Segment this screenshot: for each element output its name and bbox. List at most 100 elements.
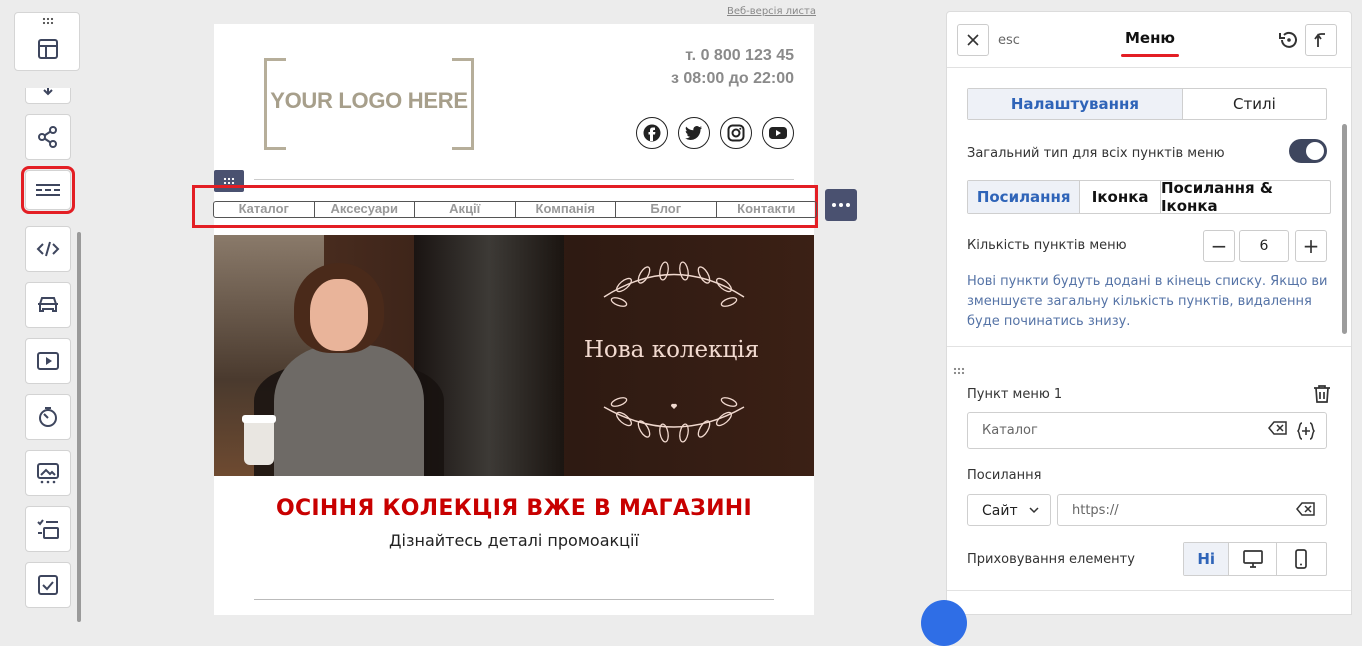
share-icon (38, 126, 57, 148)
social-icons (636, 117, 794, 149)
section-divider-bottom (947, 590, 1351, 591)
menu-item-promotions[interactable]: Акції (415, 202, 516, 217)
tab-settings[interactable]: Налаштування (968, 89, 1183, 119)
arrow-up-icon (1314, 33, 1325, 47)
drag-grip-icon[interactable] (42, 17, 54, 25)
wreath-bottom-icon (603, 397, 745, 443)
hide-option-none[interactable]: Ні (1184, 543, 1230, 575)
link-url-placeholder: https:// (1072, 503, 1119, 518)
instagram-icon[interactable] (720, 117, 752, 149)
panel-title-underline (1121, 54, 1179, 57)
email-canvas: YOUR LOGO HERE т. 0 800 123 45 з 08:00 д… (192, 24, 818, 615)
type-option-link-icon[interactable]: Посилання & Іконка (1161, 179, 1330, 215)
type-option-link[interactable]: Посилання (968, 181, 1081, 213)
count-input[interactable]: 6 (1239, 230, 1289, 262)
menu-block-selection[interactable]: Каталог Аксесуари Акції Компанія Блог Ко… (192, 185, 818, 228)
header-divider (254, 179, 794, 180)
tool-menu[interactable] (21, 166, 75, 214)
desktop-icon (1242, 550, 1263, 568)
settings-panel: esc Меню Налаштування Стилі Загальний ти… (946, 11, 1352, 615)
panel-title: Меню (1124, 29, 1176, 47)
common-type-label: Загальний тип для всіх пунктів меню (967, 146, 1225, 161)
code-icon (36, 241, 60, 257)
menu-item-company[interactable]: Компанія (516, 202, 616, 217)
web-version-link[interactable]: Веб-версія листа (727, 6, 816, 17)
item1-text-input[interactable]: Каталог (967, 412, 1327, 449)
more-dot-icon (832, 203, 836, 207)
left-toolbar (14, 12, 81, 622)
item-drag-icon[interactable] (953, 367, 965, 375)
checkbox-icon (38, 575, 58, 595)
history-icon[interactable] (1277, 28, 1301, 52)
content-divider (254, 599, 774, 600)
tool-timer[interactable] (25, 394, 71, 440)
drag-dots-icon (223, 177, 235, 185)
tool-code[interactable] (25, 226, 71, 272)
tool-share[interactable] (25, 114, 71, 160)
tool-checkbox[interactable] (25, 562, 71, 608)
panel-header: esc Меню (947, 12, 1351, 68)
menu-item-blog[interactable]: Блог (616, 202, 717, 217)
select-parent-button[interactable] (1305, 24, 1337, 56)
banner-title: Нова колекція (583, 337, 760, 363)
insert-variable-icon[interactable] (1296, 421, 1316, 441)
twitter-icon[interactable] (678, 117, 710, 149)
chevron-down-icon (1029, 507, 1039, 514)
promo-subtitle: Дізнайтесь деталі промоакції (389, 531, 639, 550)
toolbar-scrollbar[interactable] (77, 232, 81, 622)
header-contacts: т. 0 800 123 45 з 08:00 до 22:00 (671, 44, 794, 90)
hide-option-mobile[interactable] (1277, 543, 1326, 575)
youtube-icon[interactable] (762, 117, 794, 149)
count-decrement-button[interactable]: − (1203, 230, 1235, 262)
phone-text: т. 0 800 123 45 (685, 47, 794, 64)
logo[interactable]: YOUR LOGO HERE (264, 58, 474, 150)
hide-element-selector: Ні (1183, 542, 1327, 576)
hours-text: з 08:00 до 22:00 (670, 70, 794, 87)
banner-coffee-cup (242, 415, 276, 465)
item1-label: Пункт меню 1 (967, 387, 1063, 402)
chat-fab-button[interactable] (921, 600, 967, 646)
item-type-selector: Посилання Іконка Посилання & Іконка (967, 179, 1331, 215)
hide-option-desktop[interactable] (1229, 543, 1277, 575)
link-type-select[interactable]: Сайт (967, 494, 1051, 526)
menu-item-catalog[interactable]: Каталог (214, 202, 315, 217)
video-icon (37, 352, 59, 370)
logo-text: YOUR LOGO HERE (270, 88, 468, 113)
link-url-input[interactable]: https:// (1057, 494, 1327, 526)
banner-image[interactable]: Нова колекція (214, 235, 814, 476)
facebook-icon[interactable] (636, 117, 668, 149)
close-icon (967, 34, 979, 46)
esc-hint: esc (998, 33, 1020, 48)
count-increment-button[interactable]: + (1295, 230, 1327, 262)
banner-woman-sweater (274, 345, 424, 476)
type-option-icon[interactable]: Іконка (1080, 181, 1161, 213)
clear-url-icon[interactable] (1296, 502, 1316, 516)
menu-item-accessories[interactable]: Аксесуари (315, 202, 415, 217)
link-label: Посилання (967, 468, 1042, 483)
email-menu: Каталог Аксесуари Акції Компанія Блог Ко… (213, 201, 817, 218)
tab-styles[interactable]: Стилі (1183, 89, 1326, 119)
list-blocks-icon (37, 519, 59, 539)
link-type-value: Сайт (982, 503, 1018, 519)
blocks-list (21, 88, 75, 628)
count-help-text: Нові пункти будуть додані в кінець списк… (967, 274, 1328, 329)
menu-block-icon (36, 184, 60, 196)
car-icon (38, 297, 58, 312)
tool-image-banner[interactable] (25, 450, 71, 496)
panel-scrollbar[interactable] (1342, 124, 1347, 334)
block-more-options-button[interactable] (825, 189, 857, 221)
promo-title: ОСІННЯ КОЛЕКЦІЯ ВЖЕ В МАГАЗИНІ (275, 496, 753, 521)
common-type-toggle[interactable] (1289, 139, 1327, 163)
clear-input-icon[interactable] (1268, 421, 1288, 435)
layout-tool[interactable] (14, 12, 80, 71)
menu-item-contacts[interactable]: Контакти (717, 202, 817, 217)
download-icon (43, 88, 53, 96)
image-banner-icon (37, 463, 59, 484)
tool-car[interactable] (25, 282, 71, 328)
tool-video[interactable] (25, 338, 71, 384)
tool-list-blocks[interactable] (25, 506, 71, 552)
wreath-top-icon (603, 261, 745, 307)
tool-download[interactable] (25, 88, 71, 104)
trash-icon[interactable] (1313, 384, 1331, 404)
close-button[interactable] (957, 24, 989, 56)
